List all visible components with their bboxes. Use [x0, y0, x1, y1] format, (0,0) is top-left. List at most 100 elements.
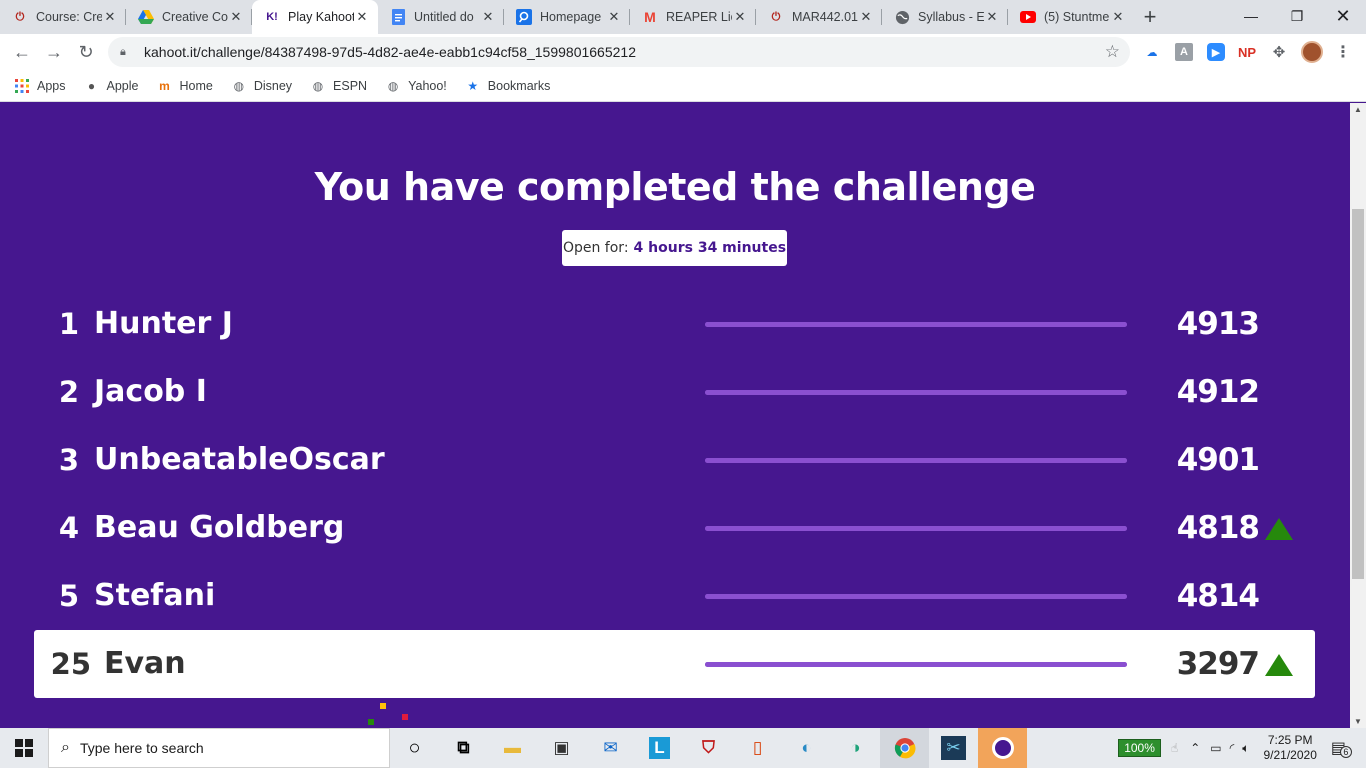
mcafee-icon[interactable]: ⛉	[684, 728, 733, 768]
globe-icon: ◍	[233, 78, 245, 93]
bookmark-label: Apple	[106, 78, 139, 93]
close-icon[interactable]: ✕	[228, 9, 244, 25]
close-icon[interactable]: ✕	[606, 9, 622, 25]
tab-creative[interactable]: Creative Co ✕	[126, 0, 252, 34]
office-icon[interactable]: ▯	[733, 728, 782, 768]
cloud-icon[interactable]: ☁	[1143, 43, 1161, 61]
notification-count: 6	[1339, 746, 1352, 758]
score-bar-fill	[705, 322, 1127, 327]
score-bar	[705, 390, 1127, 395]
close-window-button[interactable]: ✕	[1320, 0, 1366, 32]
profile-avatar[interactable]	[1301, 41, 1323, 63]
player-score: 4818	[1176, 510, 1260, 546]
wifi-icon[interactable]: ◜	[1230, 741, 1235, 755]
bookmark-home[interactable]: m Home	[156, 78, 213, 94]
tab-title: REAPER Lice	[666, 10, 732, 24]
bookmark-bookmarks[interactable]: ★ Bookmarks	[465, 78, 550, 94]
rank-number: 2	[58, 375, 79, 409]
restore-button[interactable]: ❐	[1274, 0, 1320, 32]
scroll-up-icon[interactable]: ▲	[1354, 105, 1362, 114]
url-text: kahoot.it/challenge/84387498-97d5-4d82-a…	[144, 44, 636, 60]
tab-youtube[interactable]: (5) Stuntme ✕	[1008, 0, 1134, 34]
store-icon[interactable]: ▣	[537, 728, 586, 768]
current-player-row: 25 Evan 3297	[34, 630, 1315, 698]
menu-icon[interactable]: ⋮	[1334, 43, 1352, 61]
puzzle-icon[interactable]: ✥	[1270, 43, 1288, 61]
mail-icon[interactable]: ✉	[586, 728, 635, 768]
bookmark-yahoo[interactable]: ◍ Yahoo!	[385, 78, 447, 94]
edge-icon[interactable]: ◑	[831, 728, 880, 768]
close-icon[interactable]: ✕	[354, 9, 370, 25]
touch-icon[interactable]: ☝	[1171, 741, 1178, 755]
tab-mar442[interactable]: ⏻ MAR442.01 ✕	[756, 0, 882, 34]
docs-icon	[390, 9, 406, 25]
tab-kahoot[interactable]: K! Play Kahoot ✕	[252, 0, 378, 34]
minimize-button[interactable]: —	[1228, 0, 1274, 32]
taskbar-search-box[interactable]: ⌕ Type here to search	[48, 728, 390, 768]
new-tab-button[interactable]: +	[1134, 0, 1166, 34]
tab-title: (5) Stuntme	[1044, 10, 1110, 24]
search-icon: ⌕	[61, 739, 70, 756]
reload-button[interactable]: ↻	[70, 36, 102, 68]
leaderboard-row: 1 Hunter J 4913	[34, 290, 1315, 358]
page-scrollbar[interactable]: ▲ ▼	[1350, 103, 1366, 728]
close-icon[interactable]: ✕	[858, 9, 874, 25]
page-title: You have completed the challenge	[314, 165, 1036, 209]
home-icon: m	[159, 78, 170, 93]
bookmark-apple[interactable]: ● Apple	[84, 78, 139, 94]
leaderboard-row: 2 Jacob I 4912	[34, 358, 1315, 426]
back-button[interactable]: ←	[6, 36, 38, 68]
globe-icon: ◍	[387, 78, 399, 93]
np-icon[interactable]: NP	[1238, 43, 1256, 61]
close-icon[interactable]: ✕	[480, 9, 496, 25]
l-app-icon[interactable]: L	[635, 728, 684, 768]
chevron-up-icon[interactable]: ⌃	[1190, 741, 1200, 755]
close-icon[interactable]: ✕	[1110, 9, 1126, 25]
rank-up-arrow-icon	[1265, 518, 1293, 540]
address-bar[interactable]: 🔒︎ kahoot.it/challenge/84387498-97d5-4d8…	[108, 37, 1130, 67]
close-icon[interactable]: ✕	[984, 9, 1000, 25]
score-bar-fill	[705, 390, 1127, 395]
open-for-value: 4 hours 34 minutes	[633, 240, 787, 256]
tab-title: Play Kahoot	[288, 10, 354, 24]
leaderboard-row: 4 Beau Goldberg 4818	[34, 494, 1315, 562]
bookmark-disney[interactable]: ◍ Disney	[231, 78, 292, 94]
snip-icon[interactable]: ✂	[929, 728, 978, 768]
close-icon[interactable]: ✕	[102, 9, 118, 25]
tab-syllabus[interactable]: Syllabus - E ✕	[882, 0, 1008, 34]
rank-number: 3	[58, 443, 79, 477]
bookmark-espn[interactable]: ◍ ESPN	[310, 78, 367, 94]
kahoot-app-icon[interactable]	[978, 728, 1027, 768]
scroll-down-icon[interactable]: ▼	[1354, 717, 1362, 726]
star-icon: ★	[467, 78, 479, 93]
globe-icon: ◍	[312, 78, 324, 93]
search-placeholder: Type here to search	[79, 740, 204, 756]
tab-course[interactable]: ⏻ Course: Cre ✕	[0, 0, 126, 34]
bookmark-label: Yahoo!	[408, 78, 447, 93]
system-tray: 100% ☝ ⌃ ▭ ◜ 🔈︎ 7:25 PM 9/21/2020 ▤ 6	[1118, 728, 1366, 768]
zoom-icon[interactable]: ▶	[1207, 43, 1225, 61]
file-explorer-icon[interactable]: ▬	[488, 728, 537, 768]
start-button[interactable]	[0, 728, 48, 768]
clock[interactable]: 7:25 PM 9/21/2020	[1263, 733, 1316, 763]
tab-untitled-doc[interactable]: Untitled do ✕	[378, 0, 504, 34]
task-view-icon[interactable]: ⧉	[439, 728, 488, 768]
battery-indicator[interactable]: 100%	[1118, 739, 1161, 757]
scrollbar-thumb[interactable]	[1352, 209, 1364, 579]
cortana-icon[interactable]: ○	[390, 728, 439, 768]
tab-reaper[interactable]: M REAPER Lice ✕	[630, 0, 756, 34]
drive-icon	[138, 9, 154, 25]
volume-icon[interactable]: 🔈︎	[1242, 741, 1249, 756]
bookmark-label: Apps	[37, 78, 66, 93]
forward-button[interactable]: →	[38, 36, 70, 68]
chrome-icon[interactable]	[880, 728, 929, 768]
notifications-icon[interactable]: ▤ 6	[1331, 738, 1352, 758]
bookmark-apps[interactable]: Apps	[14, 78, 66, 94]
bookmark-star-icon[interactable]: ☆	[1105, 42, 1120, 62]
rank-number: 5	[58, 579, 79, 613]
grammar-icon[interactable]: A	[1175, 43, 1193, 61]
tab-homepage[interactable]: Homepage ✕	[504, 0, 630, 34]
edge-legacy-icon[interactable]: ◐	[782, 728, 831, 768]
battery-icon[interactable]: ▭	[1210, 741, 1221, 755]
close-icon[interactable]: ✕	[732, 9, 748, 25]
